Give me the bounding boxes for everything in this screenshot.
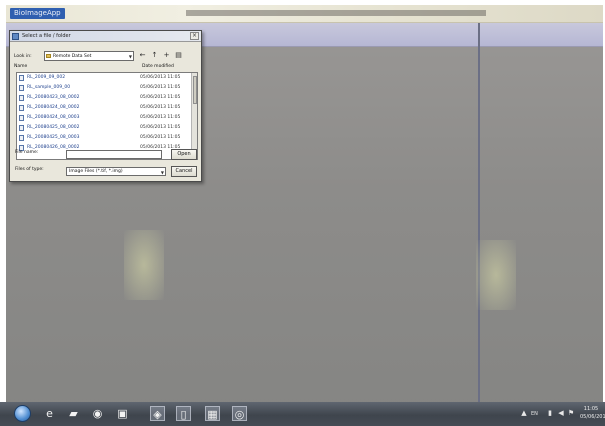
running-app-icon[interactable]: ◎ bbox=[232, 406, 247, 421]
screen-glare bbox=[124, 230, 164, 300]
app-title: BioImageApp bbox=[10, 8, 65, 19]
file-list-scrollbar[interactable] bbox=[191, 73, 197, 159]
file-type-label: Files of type: bbox=[15, 167, 44, 172]
app-window-icon[interactable]: ◈ bbox=[150, 406, 165, 421]
file-name-label: File name: bbox=[15, 150, 39, 155]
file-date: 05/06/2013 11:05 bbox=[140, 85, 181, 90]
file-row[interactable]: RL_sample_009_00 05/06/2013 11:05 bbox=[17, 83, 190, 93]
file-date: 05/06/2013 11:05 bbox=[140, 95, 181, 100]
close-icon[interactable]: × bbox=[190, 32, 199, 40]
file-row[interactable]: RL_20080424_08_0002 05/06/2013 11:05 bbox=[17, 103, 190, 113]
screen-glare bbox=[476, 240, 516, 310]
open-file-dialog: Select a file / folder × Look in: Remote… bbox=[9, 30, 202, 182]
terminal-icon[interactable]: ▣ bbox=[115, 406, 130, 421]
file-type-dropdown[interactable]: Image Files (*.tif, *.img) ▼ bbox=[66, 167, 166, 176]
file-name: RL_20080423_08_0002 bbox=[27, 95, 80, 100]
file-icon bbox=[19, 135, 24, 141]
file-explorer-icon[interactable]: ▰ bbox=[66, 406, 81, 421]
file-icon bbox=[19, 105, 24, 111]
file-list: RL_2009_09_002 05/06/2013 11:05 RL_sampl… bbox=[16, 72, 198, 160]
column-header-date[interactable]: Date modified bbox=[142, 64, 174, 69]
file-row[interactable]: RL_20080425_08_0003 05/06/2013 11:05 bbox=[17, 133, 190, 143]
file-icon bbox=[19, 95, 24, 101]
back-icon[interactable]: ← bbox=[138, 51, 147, 61]
file-name: RL_20080425_08_0003 bbox=[27, 135, 80, 140]
dialog-title-bar[interactable]: Select a file / folder × bbox=[10, 31, 201, 42]
media-player-icon[interactable]: ◉ bbox=[90, 406, 105, 421]
image-viewer-icon[interactable]: ▦ bbox=[205, 406, 220, 421]
browser-icon[interactable]: e bbox=[42, 406, 57, 421]
file-name: RL_20080424_08_0002 bbox=[27, 105, 80, 110]
title-bar-strip bbox=[186, 10, 486, 16]
file-name: RL_2009_09_002 bbox=[27, 75, 66, 80]
file-icon bbox=[19, 125, 24, 131]
file-date: 05/06/2013 11:05 bbox=[140, 105, 181, 110]
network-icon[interactable]: ▮ bbox=[546, 409, 554, 417]
file-date: 05/06/2013 11:05 bbox=[140, 125, 181, 130]
clock-date: 05/06/2013 bbox=[580, 414, 605, 420]
app-title-bar: BioImageApp bbox=[6, 5, 603, 23]
system-clock[interactable]: 11:05 05/06/2013 bbox=[580, 405, 605, 421]
dialog-title: Select a file / folder bbox=[22, 33, 71, 39]
look-in-dropdown[interactable]: Remote Data Set ▼ bbox=[44, 51, 134, 61]
file-date: 05/06/2013 11:05 bbox=[140, 135, 181, 140]
file-row[interactable]: RL_20080423_08_0002 05/06/2013 11:05 bbox=[17, 93, 190, 103]
look-in-value: Remote Data Set bbox=[53, 54, 92, 59]
show-hidden-icons-icon[interactable]: ▲ bbox=[520, 409, 528, 417]
file-name: RL_20080424_08_0003 bbox=[27, 115, 80, 120]
up-folder-icon[interactable]: ↑ bbox=[150, 51, 159, 61]
file-row[interactable]: RL_20080425_08_0002 05/06/2013 11:05 bbox=[17, 123, 190, 133]
file-icon bbox=[19, 85, 24, 91]
file-row[interactable]: RL_20080424_08_0003 05/06/2013 11:05 bbox=[17, 113, 190, 123]
language-indicator[interactable]: EN bbox=[531, 411, 538, 418]
start-button[interactable] bbox=[14, 405, 31, 422]
flag-icon[interactable]: ⚑ bbox=[567, 409, 575, 417]
file-name: RL_sample_009_00 bbox=[27, 85, 71, 90]
file-type-value: Image Files (*.tif, *.img) bbox=[69, 169, 123, 174]
look-in-label: Look in: bbox=[14, 54, 32, 59]
file-icon bbox=[19, 115, 24, 121]
file-date: 05/06/2013 11:05 bbox=[140, 115, 181, 120]
monitor-screen: BioImageApp Select a file / folder × Loo… bbox=[6, 5, 603, 415]
column-header-name[interactable]: Name bbox=[14, 64, 27, 69]
scrollbar-thumb[interactable] bbox=[193, 76, 197, 104]
chevron-down-icon: ▼ bbox=[160, 170, 164, 175]
file-name: RL_20080425_08_0002 bbox=[27, 125, 80, 130]
cancel-button[interactable]: Cancel bbox=[171, 166, 197, 177]
clock-time: 11:05 bbox=[583, 406, 599, 412]
volume-icon[interactable]: ◀ bbox=[557, 409, 565, 417]
chevron-down-icon: ▼ bbox=[128, 54, 132, 59]
workspace-divider[interactable] bbox=[478, 23, 480, 415]
folder-icon bbox=[46, 54, 51, 58]
file-row[interactable]: RL_2009_09_002 05/06/2013 11:05 bbox=[17, 73, 190, 83]
file-date: 05/06/2013 11:05 bbox=[140, 75, 181, 80]
file-name-input[interactable] bbox=[66, 150, 162, 159]
open-button[interactable]: Open bbox=[171, 149, 197, 160]
file-icon bbox=[19, 75, 24, 81]
view-menu-icon[interactable]: ▤ bbox=[174, 51, 183, 61]
dialog-app-icon bbox=[12, 33, 19, 40]
taskbar: e ▰ ◉ ▣ ◈ ▯ ▦ ◎ ▲ EN ▮ ◀ ⚑ 11:05 05/06/2… bbox=[0, 402, 605, 426]
document-icon[interactable]: ▯ bbox=[176, 406, 191, 421]
new-folder-icon[interactable]: + bbox=[162, 51, 171, 61]
